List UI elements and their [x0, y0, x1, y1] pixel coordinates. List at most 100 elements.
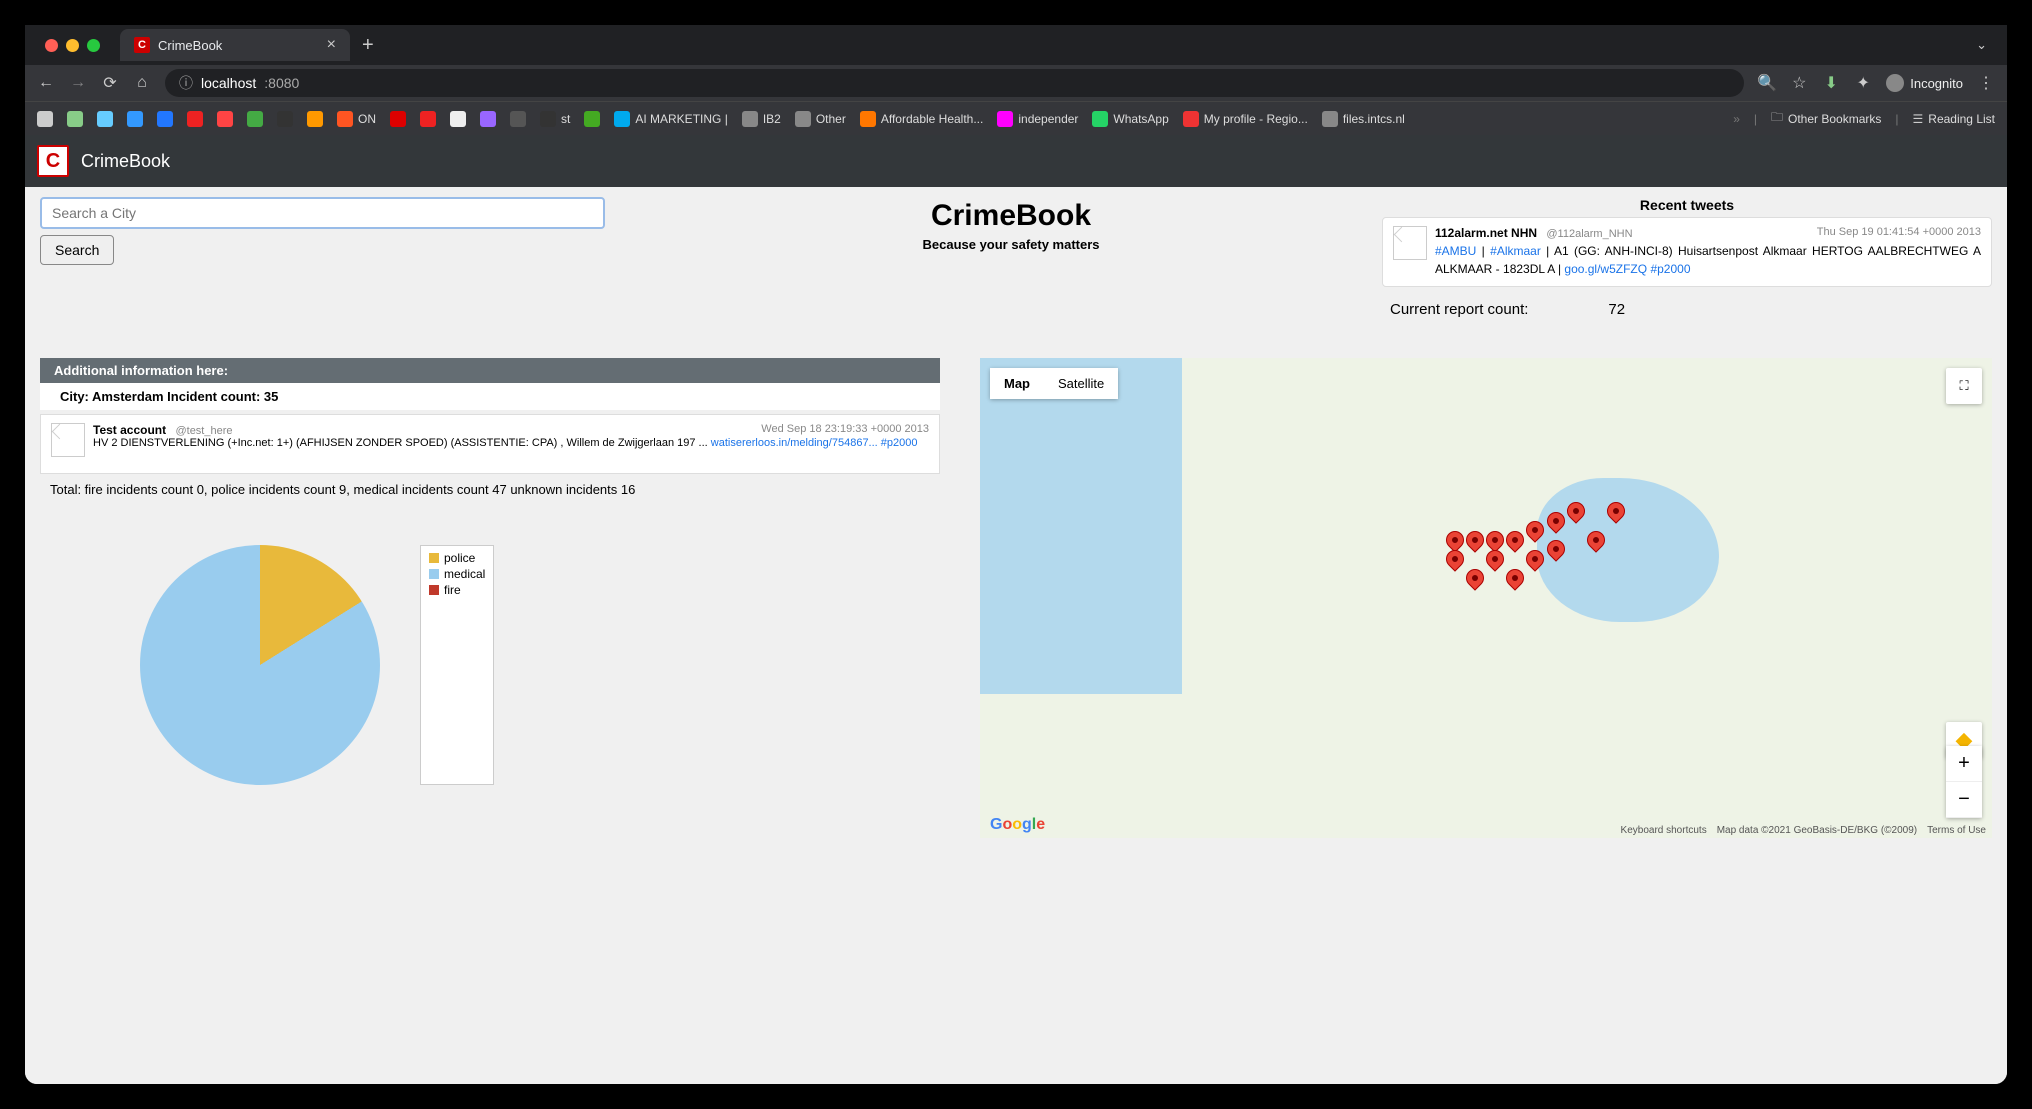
- map-zoom-in-button[interactable]: +: [1946, 746, 1982, 782]
- map-attribution: Keyboard shortcuts Map data ©2021 GeoBas…: [1621, 825, 1986, 836]
- bookmark-item[interactable]: [187, 111, 203, 127]
- chart-legend: policemedicalfire: [420, 545, 494, 785]
- tweet-hashtag[interactable]: #AMBU: [1435, 244, 1476, 258]
- bookmark-item[interactable]: IB2: [742, 111, 781, 127]
- tweet-hashtag[interactable]: #p2000: [881, 437, 918, 449]
- map-type-satellite-button[interactable]: Satellite: [1044, 368, 1118, 399]
- other-bookmarks-folder[interactable]: 🗀 Other Bookmarks: [1771, 108, 1881, 129]
- bookmark-item[interactable]: [97, 111, 113, 127]
- incognito-indicator[interactable]: Incognito: [1886, 74, 1963, 92]
- bookmark-item[interactable]: My profile - Regio...: [1183, 111, 1308, 127]
- tab-title: CrimeBook: [158, 38, 319, 53]
- map-keyboard-shortcuts-link[interactable]: Keyboard shortcuts: [1621, 825, 1707, 836]
- app-logo-icon[interactable]: C: [37, 145, 69, 177]
- bookmark-item[interactable]: st: [540, 111, 570, 127]
- tweet-author: Test account: [93, 423, 166, 437]
- bookmark-item[interactable]: ON: [337, 111, 376, 127]
- bookmark-favicon-icon: [217, 111, 233, 127]
- bookmark-item[interactable]: WhatsApp: [1092, 111, 1168, 127]
- menu-icon[interactable]: ⋮: [1977, 74, 1995, 92]
- close-tab-icon[interactable]: ×: [327, 36, 336, 54]
- tweet-text: HV 2 DIENSTVERLENING (+Inc.net: 1+) (AFH…: [93, 437, 711, 449]
- bookmark-favicon-icon: [127, 111, 143, 127]
- bookmark-item[interactable]: [127, 111, 143, 127]
- forward-button[interactable]: →: [69, 74, 87, 92]
- tweet-link[interactable]: goo.gl/w5ZFZQ: [1564, 262, 1647, 276]
- map-fullscreen-button[interactable]: ⛶: [1946, 368, 1982, 404]
- map-zoom-out-button[interactable]: −: [1946, 782, 1982, 818]
- bookmark-favicon-icon: [67, 111, 83, 127]
- tweet-timestamp: Wed Sep 18 23:19:33 +0000 2013: [761, 423, 929, 437]
- url-host: localhost: [201, 75, 256, 91]
- tweet-hashtag[interactable]: #Alkmaar: [1490, 244, 1541, 258]
- incident-pie-chart: [140, 545, 380, 785]
- bookmark-item[interactable]: [37, 111, 53, 127]
- download-icon[interactable]: ⬇: [1822, 74, 1840, 92]
- tweet-handle: @test_here: [175, 425, 232, 437]
- reload-button[interactable]: ⟳: [101, 74, 119, 92]
- tweet-hashtag[interactable]: #p2000: [1650, 262, 1690, 276]
- bookmark-item[interactable]: [480, 111, 496, 127]
- search-city-input[interactable]: [40, 197, 605, 229]
- legend-item: fire: [429, 582, 485, 598]
- bookmark-item[interactable]: [157, 111, 173, 127]
- bookmark-item[interactable]: [510, 111, 526, 127]
- new-tab-button[interactable]: +: [350, 34, 386, 57]
- bookmark-favicon-icon: [480, 111, 496, 127]
- bookmarks-bar: ON st AI MARKETING | IB2 Other Affordable Hea…: [25, 101, 2007, 135]
- map-zoom-control: + −: [1946, 746, 1982, 818]
- site-info-icon[interactable]: ⓘ: [179, 73, 193, 93]
- app-header: C CrimeBook: [25, 135, 2007, 187]
- back-button[interactable]: ←: [37, 74, 55, 92]
- bookmark-item[interactable]: [277, 111, 293, 127]
- reading-list-button[interactable]: ☰ Reading List: [1913, 112, 1995, 126]
- bookmark-item[interactable]: [390, 111, 406, 127]
- bookmark-favicon-icon: [1092, 111, 1108, 127]
- tweet-link[interactable]: watisererloos.in/melding/754867...: [711, 437, 878, 449]
- url-field[interactable]: ⓘ localhost:8080: [165, 69, 1744, 97]
- search-button[interactable]: Search: [40, 235, 114, 265]
- close-window-icon[interactable]: [45, 39, 58, 52]
- bookmark-item[interactable]: independer: [997, 111, 1078, 127]
- bookmark-favicon-icon: [157, 111, 173, 127]
- bookmark-favicon-icon: [277, 111, 293, 127]
- browser-tab[interactable]: C CrimeBook ×: [120, 29, 350, 61]
- bookmark-item[interactable]: [584, 111, 600, 127]
- bookmark-favicon-icon: [97, 111, 113, 127]
- map-type-map-button[interactable]: Map: [990, 368, 1044, 399]
- minimize-window-icon[interactable]: [66, 39, 79, 52]
- bookmark-item[interactable]: [67, 111, 83, 127]
- info-panel-header: Additional information here:: [40, 358, 940, 383]
- map-terms-link[interactable]: Terms of Use: [1927, 825, 1986, 836]
- bookmark-item[interactable]: [450, 111, 466, 127]
- bookmark-item[interactable]: [420, 111, 436, 127]
- tweet-author: 112alarm.net NHN: [1435, 226, 1537, 240]
- bookmark-favicon-icon: [307, 111, 323, 127]
- maximize-window-icon[interactable]: [87, 39, 100, 52]
- bookmark-item[interactable]: Other: [795, 111, 846, 127]
- legend-swatch-icon: [429, 569, 439, 579]
- bookmark-item[interactable]: [217, 111, 233, 127]
- bookmark-item[interactable]: [307, 111, 323, 127]
- bookmark-star-icon[interactable]: ☆: [1790, 74, 1808, 92]
- bookmark-item[interactable]: [247, 111, 263, 127]
- reading-list-icon: ☰: [1913, 112, 1924, 126]
- bookmark-favicon-icon: [337, 111, 353, 127]
- map-canvas[interactable]: Map Satellite ⛶ ◆ + − Google Keyboard sh…: [980, 358, 1992, 838]
- tweet-timestamp: Thu Sep 19 01:41:54 +0000 2013: [1817, 226, 1981, 240]
- bookmark-item[interactable]: Affordable Health...: [860, 111, 984, 127]
- zoom-icon[interactable]: 🔍: [1758, 74, 1776, 92]
- map-type-control: Map Satellite: [990, 368, 1118, 399]
- extensions-icon[interactable]: ✦: [1854, 74, 1872, 92]
- tab-dropdown-icon[interactable]: ⌄: [1956, 37, 2007, 53]
- tweet-card: 112alarm.net NHN @112alarm_NHN Thu Sep 1…: [1382, 217, 1992, 287]
- bookmark-item[interactable]: files.intcs.nl: [1322, 111, 1405, 127]
- legend-item: medical: [429, 566, 485, 582]
- bookmark-favicon-icon: [997, 111, 1013, 127]
- info-panel-city: City: Amsterdam Incident count: 35: [40, 383, 940, 410]
- folder-icon: 🗀: [1771, 108, 1783, 129]
- bookmark-item[interactable]: AI MARKETING |: [614, 111, 727, 127]
- bookmark-favicon-icon: [860, 111, 876, 127]
- home-button[interactable]: ⌂: [133, 74, 151, 92]
- recent-tweets-header: Recent tweets: [1382, 197, 1992, 213]
